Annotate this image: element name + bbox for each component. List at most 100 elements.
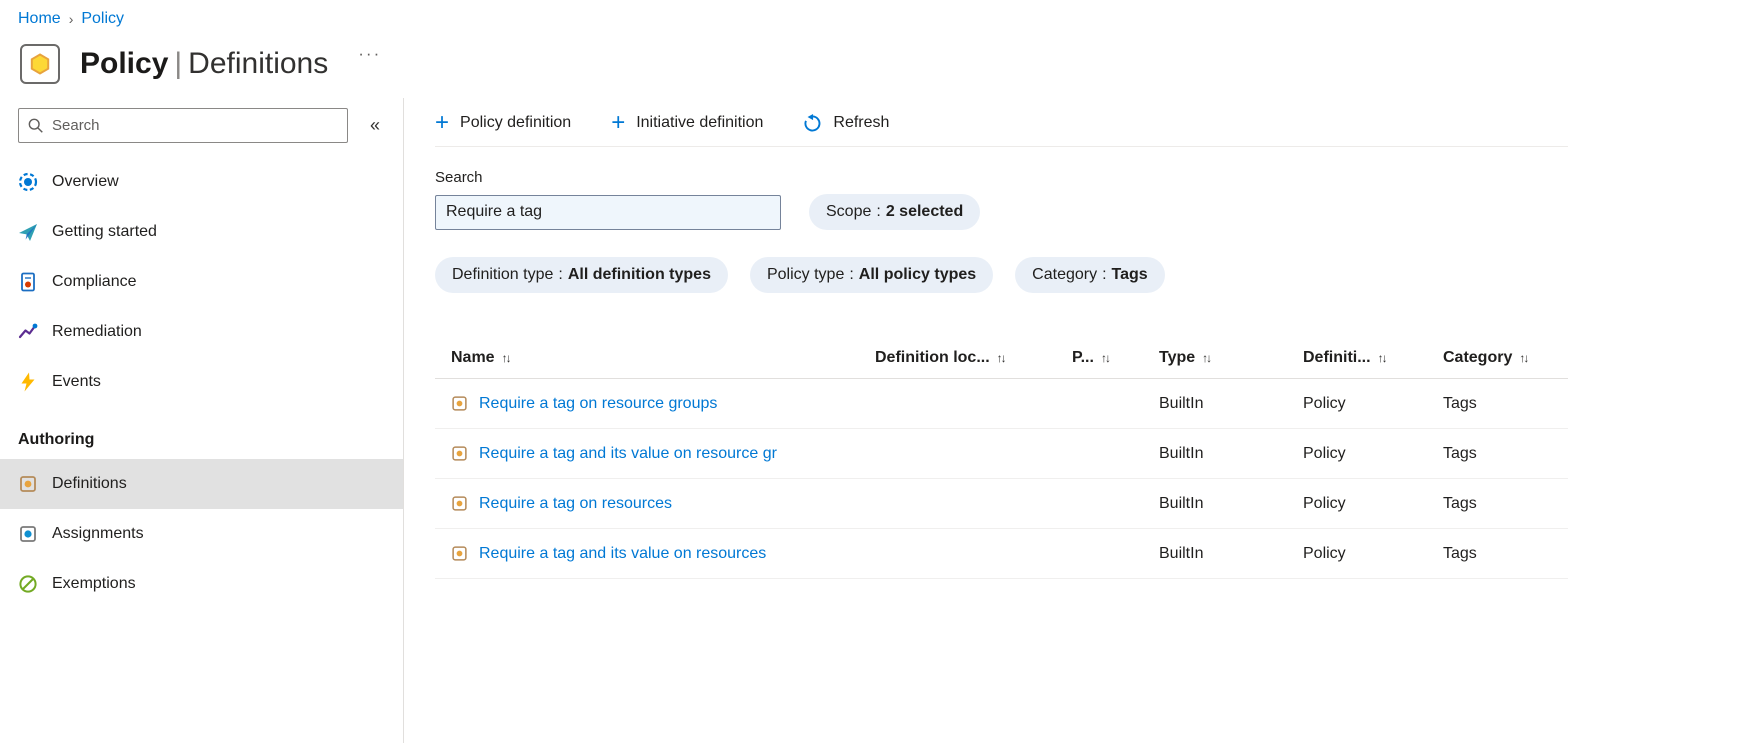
cell-category: Tags (1443, 544, 1477, 562)
column-header-name[interactable]: Name ↑↓ (435, 349, 875, 367)
page-title-pipe: | (174, 47, 183, 80)
cell-category: Tags (1443, 444, 1477, 462)
policy-definition-icon (451, 395, 468, 412)
table-header-row: Name ↑↓ Definition loc... ↑↓ P... ↑↓ Typ… (435, 337, 1568, 379)
filter-row-primary: Scope : 2 selected (435, 194, 1568, 230)
filter-pill-name: Category (1032, 266, 1098, 283)
sidebar-collapse-button[interactable]: « (370, 115, 380, 136)
filter-pill-scope[interactable]: Scope : 2 selected (809, 194, 981, 230)
sidebar-item-compliance[interactable]: Compliance (0, 257, 403, 307)
getting-started-icon (18, 222, 38, 242)
cell-type: BuiltIn (1159, 494, 1204, 512)
policy-definition-icon (451, 495, 468, 512)
column-header-label: Category (1443, 348, 1513, 366)
filter-pill-name: Policy type (766, 266, 845, 283)
sidebar-item-events[interactable]: Events (0, 357, 403, 407)
definitions-icon (18, 474, 38, 494)
sidebar-item-definitions[interactable]: Definitions (0, 459, 403, 509)
filter-row-secondary: Definition type : All definition types P… (435, 257, 1568, 293)
sidebar-item-exemptions[interactable]: Exemptions (0, 559, 403, 609)
breadcrumb: Home › Policy (0, 0, 1742, 28)
table-row[interactable]: Require a tag and its value on resource … (435, 429, 1568, 479)
page-title: Policy | Definitions (80, 47, 328, 81)
assignments-icon (18, 524, 38, 544)
definition-name-link[interactable]: Require a tag on resources (479, 495, 672, 513)
definitions-search-input[interactable] (446, 203, 770, 221)
sidebar-item-overview[interactable]: Overview (0, 157, 403, 207)
cell-category: Tags (1443, 494, 1477, 512)
column-header-label: Definiti... (1303, 348, 1371, 366)
table-row[interactable]: Require a tag on resource groups BuiltIn… (435, 379, 1568, 429)
sort-icon: ↑↓ (1519, 350, 1529, 365)
filter-pill-value: All definition types (567, 266, 711, 283)
sidebar-item-label: Assignments (52, 525, 144, 542)
command-bar: + Policy definition + Initiative definit… (435, 100, 1568, 146)
sort-icon: ↑↓ (501, 350, 512, 365)
cell-category: Tags (1443, 394, 1477, 412)
breadcrumb-policy-link[interactable]: Policy (81, 10, 124, 28)
sort-icon: ↑↓ (1377, 350, 1388, 365)
column-header-label: Type (1159, 348, 1196, 366)
sort-icon: ↑↓ (1202, 350, 1212, 365)
breadcrumb-home-link[interactable]: Home (18, 10, 61, 28)
filter-pill-name: Scope (826, 203, 872, 220)
sidebar-search-box[interactable] (18, 108, 348, 143)
filter-pill-separator: : (558, 266, 563, 283)
column-header-label: Definition loc... (875, 348, 990, 366)
sidebar-item-remediation[interactable]: Remediation (0, 307, 403, 357)
search-field-label: Search (435, 169, 483, 186)
add-policy-definition-button[interactable]: + Policy definition (435, 111, 571, 135)
filter-pill-category[interactable]: Category : Tags (1015, 257, 1165, 293)
sidebar-item-label: Compliance (52, 273, 137, 290)
sidebar-search-row: « (0, 108, 403, 143)
definition-name-link[interactable]: Require a tag and its value on resource … (479, 445, 777, 463)
definition-name-link[interactable]: Require a tag and its value on resources (479, 545, 766, 563)
filter-pill-definition-type[interactable]: Definition type : All definition types (435, 257, 728, 293)
table-row[interactable]: Require a tag and its value on resources… (435, 529, 1568, 579)
refresh-icon (803, 113, 822, 133)
column-header-definition-type[interactable]: Definiti... ↑↓ (1303, 349, 1443, 367)
add-initiative-definition-button[interactable]: + Initiative definition (611, 111, 763, 135)
sidebar-item-label: Definitions (52, 475, 127, 492)
sidebar-item-label: Events (52, 373, 101, 390)
filter-pill-policy-type[interactable]: Policy type : All policy types (749, 257, 994, 293)
sidebar-item-label: Remediation (52, 323, 142, 340)
sidebar-item-assignments[interactable]: Assignments (0, 509, 403, 559)
cell-definition-type: Policy (1303, 494, 1346, 512)
column-header-category[interactable]: Category ↑↓ (1443, 349, 1567, 367)
page-header: Policy | Definitions ··· (0, 28, 1742, 92)
refresh-button[interactable]: Refresh (803, 113, 889, 133)
table-row[interactable]: Require a tag on resources BuiltIn Polic… (435, 479, 1568, 529)
definition-name-link[interactable]: Require a tag on resource groups (479, 395, 717, 413)
page-title-app: Policy (80, 47, 169, 80)
more-menu-button[interactable]: ··· (358, 44, 381, 64)
column-header-p[interactable]: P... ↑↓ (1072, 349, 1159, 367)
filter-pill-separator: : (849, 266, 854, 283)
column-header-label: Name (451, 348, 495, 366)
filter-pill-separator: : (1102, 266, 1107, 283)
sort-icon: ↑↓ (996, 350, 1007, 365)
filter-pill-separator: : (876, 203, 881, 220)
cell-type: BuiltIn (1159, 394, 1204, 412)
sort-icon: ↑↓ (1100, 350, 1111, 365)
policy-definition-icon (451, 445, 468, 462)
sidebar-item-label: Overview (52, 173, 119, 190)
sidebar-section-authoring: Authoring (18, 431, 95, 448)
filter-pill-value: All policy types (858, 266, 977, 283)
column-header-type[interactable]: Type ↑↓ (1159, 349, 1303, 367)
filter-pill-value: Tags (1111, 266, 1148, 283)
sidebar-search-input[interactable] (52, 117, 339, 134)
add-initiative-definition-label: Initiative definition (636, 114, 764, 131)
cell-definition-type: Policy (1303, 394, 1346, 412)
column-header-definition-location[interactable]: Definition loc... ↑↓ (875, 349, 1072, 367)
policy-page-icon (18, 42, 62, 86)
sidebar-nav: Overview Getting started Compliance Reme… (0, 157, 403, 609)
cell-definition-type: Policy (1303, 444, 1346, 462)
sidebar-item-getting-started[interactable]: Getting started (0, 207, 403, 257)
definitions-search-box[interactable] (435, 194, 781, 230)
sidebar-item-label: Getting started (52, 223, 157, 240)
toolbar-divider (435, 146, 1568, 147)
add-policy-definition-label: Policy definition (460, 114, 572, 131)
policy-definition-icon (451, 545, 468, 562)
filter-pill-value: 2 selected (885, 203, 964, 220)
